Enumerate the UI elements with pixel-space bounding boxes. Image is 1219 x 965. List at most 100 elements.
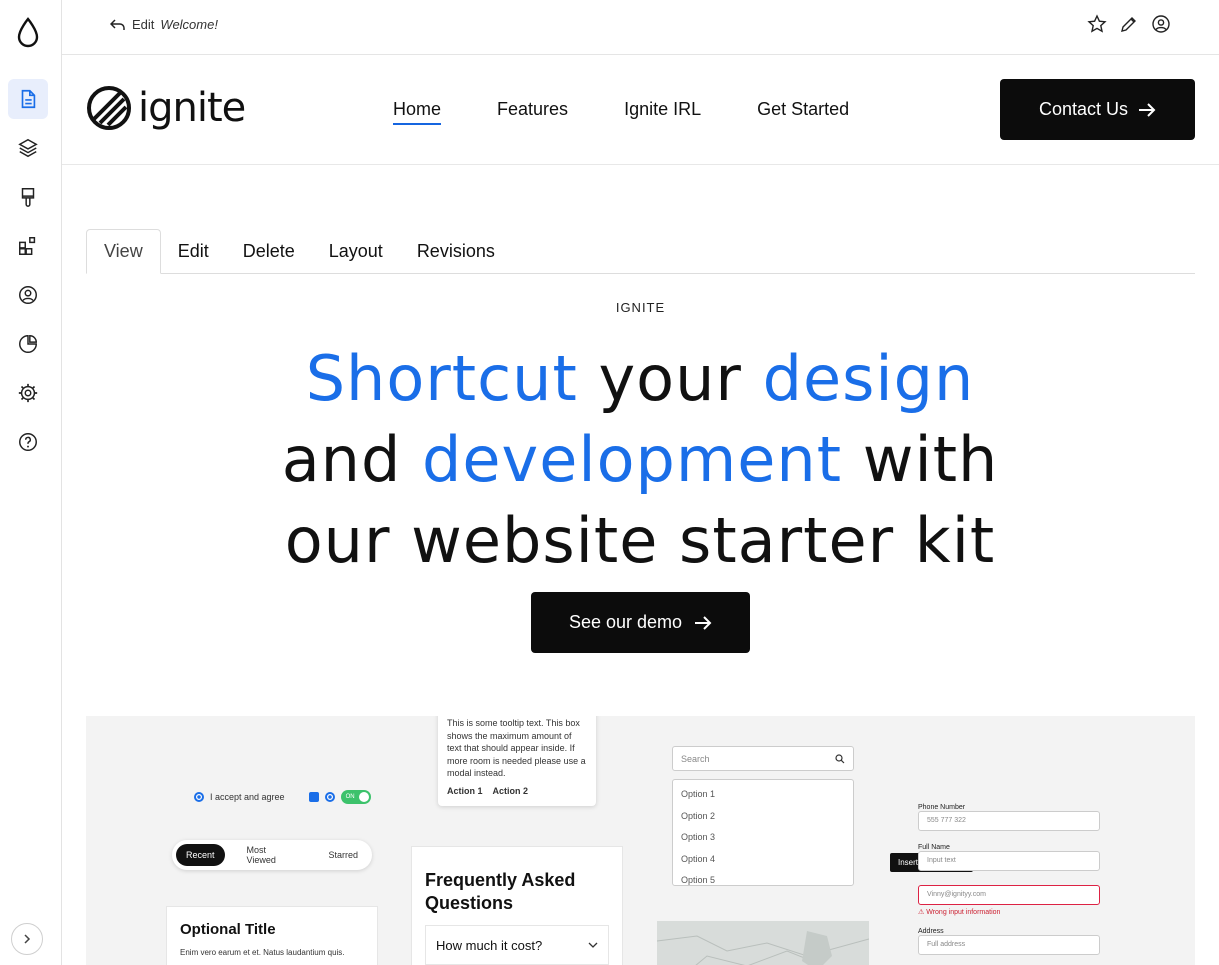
contact-us-button[interactable]: Contact Us bbox=[1000, 79, 1195, 140]
nav-home[interactable]: Home bbox=[393, 99, 442, 125]
document-icon bbox=[21, 89, 36, 109]
faq-sample: Frequently Asked Questions How much it c… bbox=[411, 846, 623, 965]
form-controls-sample: I accept and agree ON bbox=[194, 790, 371, 804]
contact-us-label: Contact Us bbox=[1038, 99, 1129, 119]
return-arrow-icon bbox=[110, 18, 125, 30]
radio-icon bbox=[194, 792, 204, 802]
field-label: Full Name bbox=[918, 844, 950, 851]
people-nav-item[interactable] bbox=[8, 275, 48, 315]
tab-edit[interactable]: Edit bbox=[161, 229, 226, 274]
hero-eyebrow: IGNITE bbox=[615, 300, 666, 315]
arrow-right-icon bbox=[1139, 102, 1156, 117]
form-sample: Phone Number 555 777 322 Full Name Input… bbox=[918, 800, 1100, 955]
arrow-right-icon bbox=[695, 615, 712, 630]
chevron-right-icon bbox=[24, 934, 31, 944]
faq-question: How much it cost? bbox=[425, 925, 609, 965]
expand-sidebar-button[interactable] bbox=[11, 923, 43, 955]
field-value: 555 777 322 bbox=[918, 811, 1100, 831]
structure-nav-item[interactable] bbox=[8, 128, 48, 168]
pencil-icon[interactable] bbox=[1119, 14, 1139, 34]
pill-tab: Recent bbox=[176, 844, 225, 866]
admin-sidebar bbox=[0, 0, 62, 965]
puzzle-blocks-icon bbox=[19, 237, 36, 255]
back-prefix: Edit bbox=[132, 17, 155, 32]
field-error: ⚠ Wrong input information bbox=[918, 909, 1001, 916]
user-account-icon[interactable] bbox=[1151, 14, 1171, 34]
site-logo[interactable]: ignite bbox=[86, 85, 246, 131]
tab-view[interactable]: View bbox=[86, 229, 161, 274]
user-circle-icon bbox=[19, 286, 37, 304]
nav-get-started[interactable]: Get Started bbox=[757, 99, 849, 125]
tooltip-sample: This is some tooltip text. This box show… bbox=[438, 716, 596, 806]
star-icon[interactable] bbox=[1087, 14, 1107, 34]
pie-chart-icon bbox=[19, 335, 37, 353]
dropdown-option: Option 4 bbox=[681, 853, 716, 864]
field-label: Phone Number bbox=[918, 804, 966, 811]
dropdown-option: Option 5 bbox=[681, 875, 716, 886]
ignite-logo-icon bbox=[87, 86, 131, 130]
map-sample bbox=[656, 921, 870, 965]
gear-icon bbox=[18, 383, 38, 403]
tab-revisions[interactable]: Revisions bbox=[400, 229, 512, 274]
pill-tab: Starred bbox=[328, 850, 358, 860]
checkbox-icon bbox=[308, 792, 319, 802]
faq-question-text: How much it cost? bbox=[436, 937, 543, 953]
accept-label: I accept and agree bbox=[210, 792, 285, 802]
tab-layout[interactable]: Layout bbox=[312, 229, 400, 274]
toggle-switch: ON bbox=[340, 790, 371, 804]
dropdown-option: Option 3 bbox=[681, 832, 716, 843]
component-showcase-image: This is some tooltip text. This box show… bbox=[86, 716, 1195, 965]
headline-word-development: development bbox=[422, 423, 843, 496]
appearance-nav-item[interactable] bbox=[8, 177, 48, 217]
tab-delete[interactable]: Delete bbox=[226, 229, 312, 274]
local-tasks-tabs: View Edit Delete Layout Revisions bbox=[86, 229, 1195, 274]
card-desc: Enim vero earum et et. Natus laudantium … bbox=[180, 948, 345, 957]
paintbrush-icon bbox=[21, 188, 35, 207]
configuration-nav-item[interactable] bbox=[8, 373, 48, 413]
field-label: Address bbox=[918, 928, 944, 935]
hero-headline: Shortcut your design and development wit… bbox=[200, 338, 1080, 581]
back-to-edit-link[interactable]: Edit Welcome! bbox=[110, 17, 218, 32]
layers-icon bbox=[18, 138, 38, 158]
reports-nav-item[interactable] bbox=[8, 324, 48, 364]
tooltip-text: This is some tooltip text. This box show… bbox=[447, 718, 586, 778]
headline-text: your bbox=[577, 342, 763, 415]
search-icon bbox=[835, 753, 845, 763]
back-page-title: Welcome! bbox=[160, 17, 218, 32]
search-placeholder: Search bbox=[681, 753, 710, 764]
brand-name: ignite bbox=[138, 85, 246, 131]
headline-word-shortcut: Shortcut bbox=[305, 342, 578, 415]
search-sample: Search bbox=[672, 746, 854, 771]
extend-nav-item[interactable] bbox=[8, 226, 48, 266]
pill-tab: Most Viewed bbox=[246, 845, 276, 865]
faq-title: Frequently Asked Questions bbox=[425, 870, 576, 913]
radio-icon bbox=[324, 792, 335, 802]
card-title: Optional Title bbox=[180, 921, 276, 938]
headline-text: and bbox=[281, 423, 423, 496]
help-circle-icon bbox=[19, 433, 37, 451]
site-header: ignite Home Features Ignite IRL Get Star… bbox=[62, 55, 1219, 165]
headline-text: our website starter kit bbox=[284, 504, 996, 577]
dropdown-option: Option 1 bbox=[681, 789, 716, 799]
headline-text: with bbox=[842, 423, 999, 496]
see-demo-label: See our demo bbox=[568, 612, 683, 632]
dropdown-option: Option 2 bbox=[681, 810, 716, 821]
drupal-drop-icon[interactable] bbox=[14, 16, 42, 50]
field-value: Vinny@ignityy.com bbox=[918, 885, 1100, 905]
tooltip-action: Action 2 bbox=[492, 785, 529, 796]
content-nav-item[interactable] bbox=[8, 79, 48, 119]
field-value: Input text bbox=[918, 851, 1100, 871]
tooltip-action: Action 1 bbox=[447, 785, 483, 796]
nav-features[interactable]: Features bbox=[497, 99, 568, 125]
pill-tabs-sample: Recent Most Viewed Starred bbox=[172, 840, 372, 870]
card-sample: Optional Title Enim vero earum et et. Na… bbox=[166, 906, 378, 965]
main-nav: Home Features Ignite IRL Get Started bbox=[393, 99, 849, 125]
nav-ignite-irl[interactable]: Ignite IRL bbox=[624, 99, 701, 125]
map-image bbox=[656, 931, 870, 965]
edit-toolbar: Edit Welcome! bbox=[62, 0, 1219, 55]
see-demo-button[interactable]: See our demo bbox=[531, 592, 750, 653]
chevron-down-icon bbox=[588, 942, 598, 948]
field-value: Full address bbox=[918, 935, 1100, 955]
help-nav-item[interactable] bbox=[8, 422, 48, 462]
headline-word-design: design bbox=[762, 342, 975, 415]
